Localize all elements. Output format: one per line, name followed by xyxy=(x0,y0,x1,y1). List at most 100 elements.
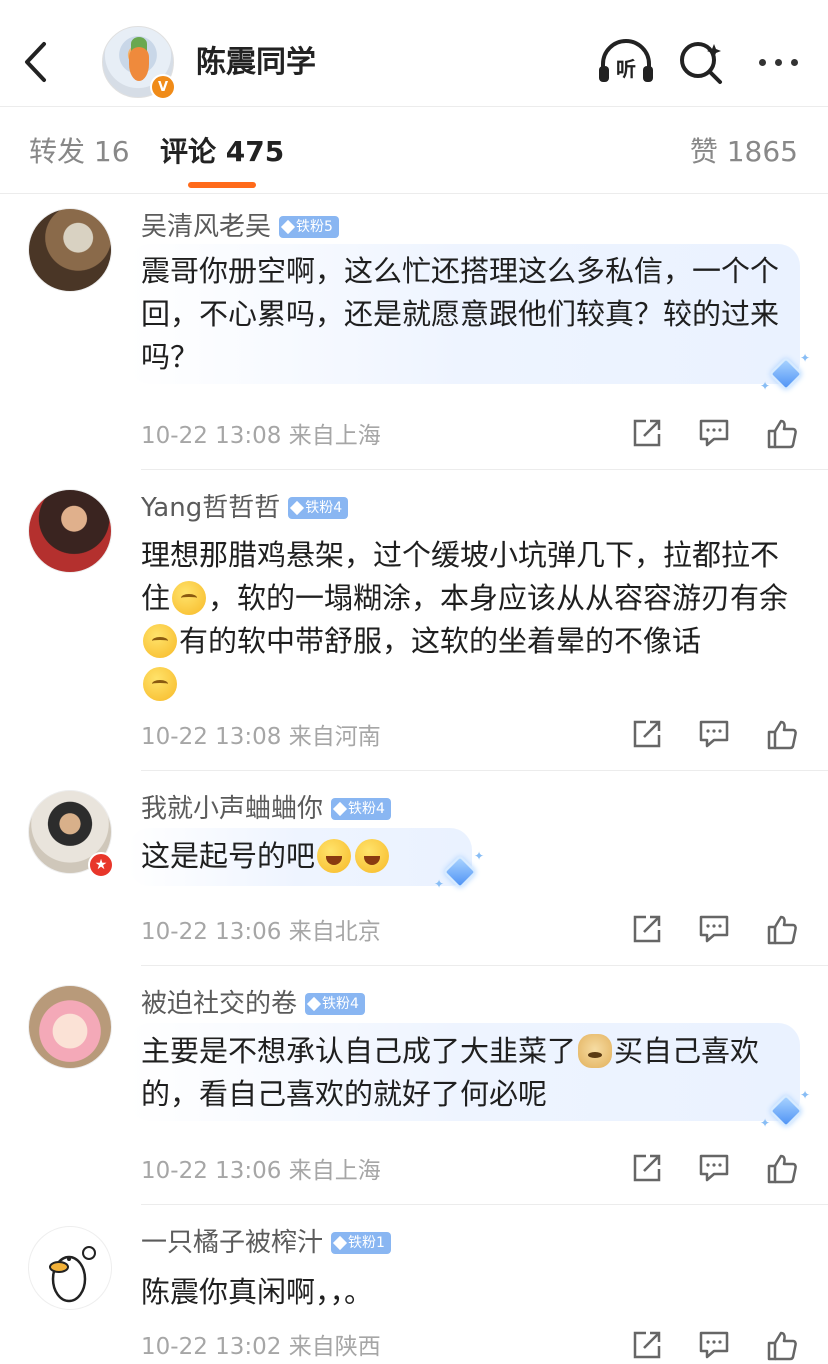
timestamp: 10-22 13:08 xyxy=(141,423,282,449)
username[interactable]: 吴清风老吴 xyxy=(141,210,271,244)
comment-item: 被迫社交的卷 铁粉4 主要是不想承认自己成了大韭菜了 买自己喜欢的，看自己喜欢的就… xyxy=(0,967,828,1205)
username[interactable]: 一只橘子被榨汁 xyxy=(141,1226,323,1260)
diamond-icon xyxy=(332,801,348,817)
more-icon-dot xyxy=(758,58,766,66)
user-badge-icon: ★ xyxy=(88,852,114,878)
page-title[interactable]: 陈震同学 xyxy=(196,44,316,82)
more-icon-dot xyxy=(790,58,798,66)
location: 来自上海 xyxy=(288,423,381,449)
laughing-emoji-icon xyxy=(317,839,352,873)
tab-reposts[interactable]: 转发 16 xyxy=(29,134,130,170)
fan-badge-label: 铁粉4 xyxy=(322,996,359,1012)
comment-actions xyxy=(632,1153,802,1187)
diamond-icon xyxy=(280,219,296,235)
divider xyxy=(141,469,828,470)
diamond-icon xyxy=(332,1235,348,1251)
divider xyxy=(141,965,828,966)
share-icon[interactable] xyxy=(632,418,662,448)
comment-text-part: 主要是不想承认自己成了大韭菜了 xyxy=(141,1034,577,1068)
comment-meta: 10-22 13:08 来自河南 xyxy=(141,722,381,752)
fan-badge-label: 铁粉4 xyxy=(305,500,343,516)
comment-item: ★ 我就小声蛐蛐你 铁粉4 这是起号的吧 ✦ ✦ 10-22 13:06 来自北京 xyxy=(0,772,828,966)
share-icon[interactable] xyxy=(632,719,662,749)
divider xyxy=(141,770,828,771)
tab-bar: 转发 16 评论 475 赞 1865 xyxy=(0,107,828,194)
tab-likes[interactable]: 赞 1865 xyxy=(690,134,798,170)
location: 来自河南 xyxy=(288,724,381,750)
comment-text: 陈震你真闲啊，，。 xyxy=(141,1275,374,1309)
share-icon[interactable] xyxy=(632,1153,662,1183)
search-icon xyxy=(680,42,722,84)
username[interactable]: Yang哲哲哲 xyxy=(141,491,280,525)
active-tab-indicator xyxy=(188,182,256,188)
back-icon xyxy=(25,42,46,82)
comment-meta: 10-22 13:02 来自陕西 xyxy=(141,1332,381,1362)
comment-text: 震哥你册空啊，这么忙还搭理这么多私信，一个个回，不心累吗，还是就愿意跟他们较真？… xyxy=(141,254,780,374)
fan-badge-label: 铁粉5 xyxy=(296,219,333,235)
more-icon-dot xyxy=(774,58,782,66)
like-icon[interactable] xyxy=(766,1330,798,1362)
diamond-icon: ✦ ✦ xyxy=(434,849,485,891)
share-icon[interactable] xyxy=(632,914,662,944)
verified-badge-icon: V xyxy=(150,74,176,100)
avatar[interactable] xyxy=(28,208,112,292)
avatar[interactable] xyxy=(28,985,112,1069)
comment-icon[interactable] xyxy=(698,719,730,749)
listen-icon: 听 xyxy=(599,39,653,82)
back-button[interactable] xyxy=(14,36,58,88)
comment-item: 一只橘子被榨汁 铁粉1 陈震你真闲啊，，。 10-22 13:02 来自陕西 xyxy=(0,1206,828,1364)
comment-actions xyxy=(632,418,802,452)
diamond-icon: ✦ ✦ xyxy=(760,351,811,393)
location: 来自上海 xyxy=(288,1158,381,1184)
fan-badge: 铁粉1 xyxy=(331,1232,391,1254)
duck-avatar-icon xyxy=(49,1246,96,1303)
like-icon[interactable] xyxy=(766,914,798,946)
comment-item: 吴清风老吴 铁粉5 震哥你册空啊，这么忙还搭理这么多私信，一个个回，不心累吗，还… xyxy=(0,194,828,470)
search-button[interactable] xyxy=(678,40,726,86)
comment-text: 理想那腊鸡悬架，过个缓坡小坑弹几下，拉都拉不住 ，软的一塌糊涂，本身应该从从容容游… xyxy=(141,534,803,706)
listen-button[interactable]: 听 xyxy=(597,38,655,86)
comment-icon[interactable] xyxy=(698,418,730,448)
comment-icon[interactable] xyxy=(698,1153,730,1183)
fan-badge: 铁粉4 xyxy=(305,993,365,1015)
thinking-emoji-icon xyxy=(172,581,207,615)
timestamp: 10-22 13:06 xyxy=(141,1158,282,1184)
fan-badge: 铁粉5 xyxy=(279,216,339,238)
location: 来自北京 xyxy=(288,919,381,945)
comment-meta: 10-22 13:06 来自上海 xyxy=(141,1156,381,1186)
doge-emoji-icon xyxy=(578,1034,613,1068)
thinking-emoji-icon xyxy=(143,667,177,701)
location: 来自陕西 xyxy=(288,1334,381,1360)
fan-badge-label: 铁粉4 xyxy=(348,801,385,817)
diamond-icon xyxy=(290,500,305,516)
avatar[interactable] xyxy=(28,1226,112,1310)
timestamp: 10-22 13:08 xyxy=(141,724,282,750)
like-icon[interactable] xyxy=(766,1153,798,1185)
username[interactable]: 被迫社交的卷 xyxy=(141,987,297,1021)
comment-actions xyxy=(632,914,802,948)
comment-meta: 10-22 13:06 来自北京 xyxy=(141,917,381,947)
avatar[interactable] xyxy=(28,489,112,573)
comment-icon[interactable] xyxy=(698,1330,730,1360)
comment-icon[interactable] xyxy=(698,914,730,944)
timestamp: 10-22 13:02 xyxy=(141,1334,282,1360)
fan-badge-label: 铁粉1 xyxy=(348,1235,385,1251)
fan-badge: 铁粉4 xyxy=(331,798,391,820)
share-icon[interactable] xyxy=(632,1330,662,1360)
fan-badge: 铁粉4 xyxy=(288,497,349,519)
listen-label: 听 xyxy=(616,57,636,81)
timestamp: 10-22 13:06 xyxy=(141,919,282,945)
like-icon[interactable] xyxy=(766,719,798,751)
tab-comments[interactable]: 评论 475 xyxy=(160,134,284,170)
comment-text-part: ，软的一塌糊涂，本身应该从从容容游刃有余 xyxy=(208,581,789,615)
comment-item: Yang哲哲哲 铁粉4 理想那腊鸡悬架，过个缓坡小坑弹几下，拉都拉不住 ，软的一塌… xyxy=(0,471,828,771)
more-button[interactable] xyxy=(752,50,804,74)
thinking-emoji-icon xyxy=(143,624,177,658)
like-icon[interactable] xyxy=(766,418,798,450)
comment-meta: 10-22 13:08 来自上海 xyxy=(141,421,381,451)
comment-actions xyxy=(632,719,802,753)
username[interactable]: 我就小声蛐蛐你 xyxy=(141,792,323,826)
diamond-icon xyxy=(306,996,322,1012)
top-bar: V 陈震同学 听 xyxy=(0,0,828,107)
comment-text: 主要是不想承认自己成了大韭菜了 买自己喜欢的，看自己喜欢的就好了何必呢 xyxy=(141,1030,803,1116)
